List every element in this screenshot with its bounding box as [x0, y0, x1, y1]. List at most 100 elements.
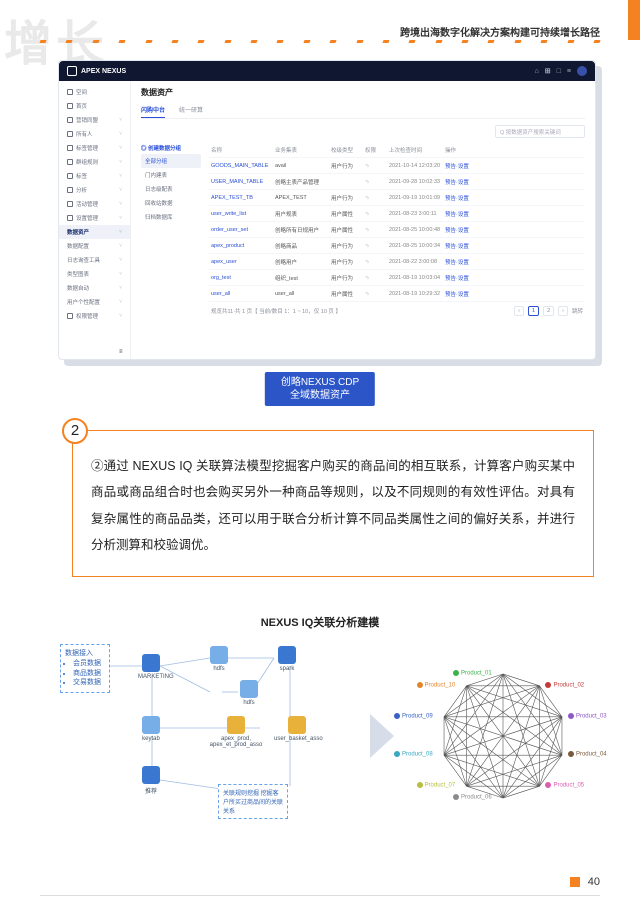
apps-icon[interactable]: ⊞	[545, 67, 551, 75]
sidebar-item-12[interactable]: 日志询查工具˅	[59, 253, 130, 267]
nav-icon	[67, 215, 73, 221]
avatar[interactable]	[577, 66, 587, 76]
chevron-down-icon: ˅	[119, 145, 122, 151]
tab-0[interactable]: 闪购中台	[141, 102, 165, 118]
filter-item-1[interactable]: 门内建表	[141, 168, 201, 182]
flow-input-title: 数据接入	[65, 649, 105, 659]
filter-column: ◎ 创建数据分组 全部分组门内建表日志级配表回收站数据归档数据库	[141, 142, 201, 320]
table-row[interactable]: org_test组织_test用户行为∿2021-08-19 10:03:04预…	[209, 270, 585, 286]
table-row[interactable]: USER_MAIN_TABLE创略主表产品管理∿2021-09-28 10:02…	[209, 174, 585, 190]
nav-icon	[67, 117, 73, 123]
table-row[interactable]: GOODS_MAIN_TABLEavail用户行为∿2021-10-14 12:…	[209, 158, 585, 174]
cell-name: USER_MAIN_TABLE	[211, 179, 275, 185]
cell-ops[interactable]: 预告·设置	[445, 210, 479, 218]
sidebar-item-0[interactable]: 空间	[59, 85, 130, 99]
cell-type: 用户属性	[331, 290, 365, 298]
cell-ops[interactable]: 预告·设置	[445, 274, 479, 282]
table-header-cell: 名称	[211, 146, 275, 154]
sidebar-item-2[interactable]: 营销同盟˅	[59, 113, 130, 127]
create-data-group[interactable]: ◎ 创建数据分组	[141, 142, 201, 154]
cell-type: 用户属性	[331, 210, 365, 218]
chevron-down-icon: ˅	[119, 313, 122, 319]
table-row[interactable]: order_user_set创略所有日规用户用户属性∿2021-08-25 10…	[209, 222, 585, 238]
cell-type: 用户行为	[331, 274, 365, 282]
cell-ops[interactable]: 预告·设置	[445, 258, 479, 266]
sidebar-item-16[interactable]: 权限管理˅	[59, 309, 130, 323]
app-screenshot: APEX NEXUS ⌂ ⊞ □ ≡ 空间首页营销同盟˅所有人˅标签管理˅群组规…	[58, 60, 596, 360]
diagram-container: 数据接入 会员数据商品数据交易数据 MARKETING hdfs hdfs sp…	[60, 636, 596, 836]
nav-icon	[67, 313, 73, 319]
sidebar-item-8[interactable]: 活动管理˅	[59, 197, 130, 211]
graph-node-2: Product_02	[543, 682, 584, 689]
sidebar-item-11[interactable]: 数据配置˅	[59, 239, 130, 253]
cell-ops[interactable]: 预告·设置	[445, 226, 479, 234]
table-row[interactable]: APEX_TEST_TBAPEX_TEST用户行为∿2021-09-19 10:…	[209, 190, 585, 206]
cell-time: 2021-09-28 10:02:33	[389, 179, 445, 185]
graph-node-1: Product_01	[451, 670, 492, 677]
node-keytab: keytab	[138, 716, 164, 742]
cell-source: avail	[275, 163, 331, 169]
cell-ops[interactable]: 预告·设置	[445, 242, 479, 250]
chevron-down-icon: ˅	[119, 173, 122, 179]
home-icon[interactable]: ⌂	[535, 68, 539, 75]
sidebar-item-6[interactable]: 标签˅	[59, 169, 130, 183]
header-icon-group: ⌂ ⊞ □ ≡	[535, 66, 587, 76]
sidebar-item-3[interactable]: 所有人˅	[59, 127, 130, 141]
sidebar-item-7[interactable]: 分析˅	[59, 183, 130, 197]
nav-icon	[67, 89, 73, 95]
flow-input-item: 交易数据	[73, 678, 105, 688]
cell-source: 创略商品	[275, 242, 331, 250]
sidebar-item-13[interactable]: 类型图表˅	[59, 267, 130, 281]
sidebar-item-14[interactable]: 数据自动˅	[59, 281, 130, 295]
dataset-icon	[288, 716, 306, 734]
cell-ops[interactable]: 预告·设置	[445, 290, 479, 298]
nav-icon	[67, 103, 73, 109]
page-prev[interactable]: ‹	[514, 306, 524, 316]
sidebar-item-4[interactable]: 标签管理˅	[59, 141, 130, 155]
table-row[interactable]: user_write_list用户规表用户属性∿2021-08-23 3:00:…	[209, 206, 585, 222]
cell-type: 用户行为	[331, 258, 365, 266]
sidebar-item-1[interactable]: 首页	[59, 99, 130, 113]
cell-time: 2021-08-23 3:00:11	[389, 211, 445, 217]
flow-cluster-label: 关联规则挖掘 挖掘客户所买过商品间的关联关系	[218, 784, 288, 819]
filter-item-3[interactable]: 回收站数据	[141, 196, 201, 210]
graph-node-8: Product_08	[392, 751, 433, 758]
page-2[interactable]: 2	[543, 306, 554, 316]
dot-icon	[417, 682, 423, 688]
sidebar-item-10[interactable]: 数据资产˅	[59, 225, 130, 239]
graph-edges	[410, 648, 596, 824]
sidebar-collapse-icon[interactable]: ≡	[119, 349, 123, 355]
filter-item-0[interactable]: 全部分组	[141, 154, 201, 168]
table-row[interactable]: apex_product创略商品用户行为∿2021-08-25 10:00:34…	[209, 238, 585, 254]
decorative-tick-row	[0, 40, 640, 44]
node-hdfs-1: hdfs	[206, 646, 232, 672]
tab-1[interactable]: 统一研算	[179, 102, 203, 118]
filter-item-2[interactable]: 日志级配表	[141, 182, 201, 196]
page-number-accent-icon	[570, 877, 580, 887]
rec-icon	[142, 766, 160, 784]
cell-ops[interactable]: 预告·设置	[445, 162, 479, 170]
table-row[interactable]: apex_user创略用户用户行为∿2021-08-22 3:00:08预告·设…	[209, 254, 585, 270]
page-number-text: 40	[588, 876, 600, 888]
menu-icon[interactable]: ≡	[567, 68, 571, 75]
cell-source: 组织_test	[275, 274, 331, 282]
sidebar-item-9[interactable]: 设置管理˅	[59, 211, 130, 225]
chevron-down-icon: ˅	[119, 243, 122, 249]
window-icon[interactable]: □	[557, 68, 561, 75]
cell-ops[interactable]: 预告·设置	[445, 194, 479, 202]
cell-ops[interactable]: 预告·设置	[445, 178, 479, 186]
cell-time: 2021-08-19 10:03:04	[389, 275, 445, 281]
page-1[interactable]: 1	[528, 306, 539, 316]
page-next[interactable]: ›	[558, 306, 568, 316]
app-header-bar: APEX NEXUS ⌂ ⊞ □ ≡	[59, 61, 595, 81]
caption-line-1: 创略NEXUS CDP	[281, 376, 359, 389]
page-number: 40	[570, 876, 600, 888]
page-title: 数据资产	[141, 87, 585, 98]
sidebar-item-5[interactable]: 群组规则˅	[59, 155, 130, 169]
search-input[interactable]: Q 按数据资产搜索关键词	[495, 125, 585, 138]
flow-diagram: 数据接入 会员数据商品数据交易数据 MARKETING hdfs hdfs sp…	[60, 636, 368, 836]
filter-item-4[interactable]: 归档数据库	[141, 210, 201, 224]
product-graph: Product_01Product_02Product_03Product_04…	[410, 648, 596, 824]
sidebar-item-15[interactable]: 用户个性配置˅	[59, 295, 130, 309]
table-row[interactable]: user_alluser_all用户属性∿2021-08-19 10:29:32…	[209, 286, 585, 302]
